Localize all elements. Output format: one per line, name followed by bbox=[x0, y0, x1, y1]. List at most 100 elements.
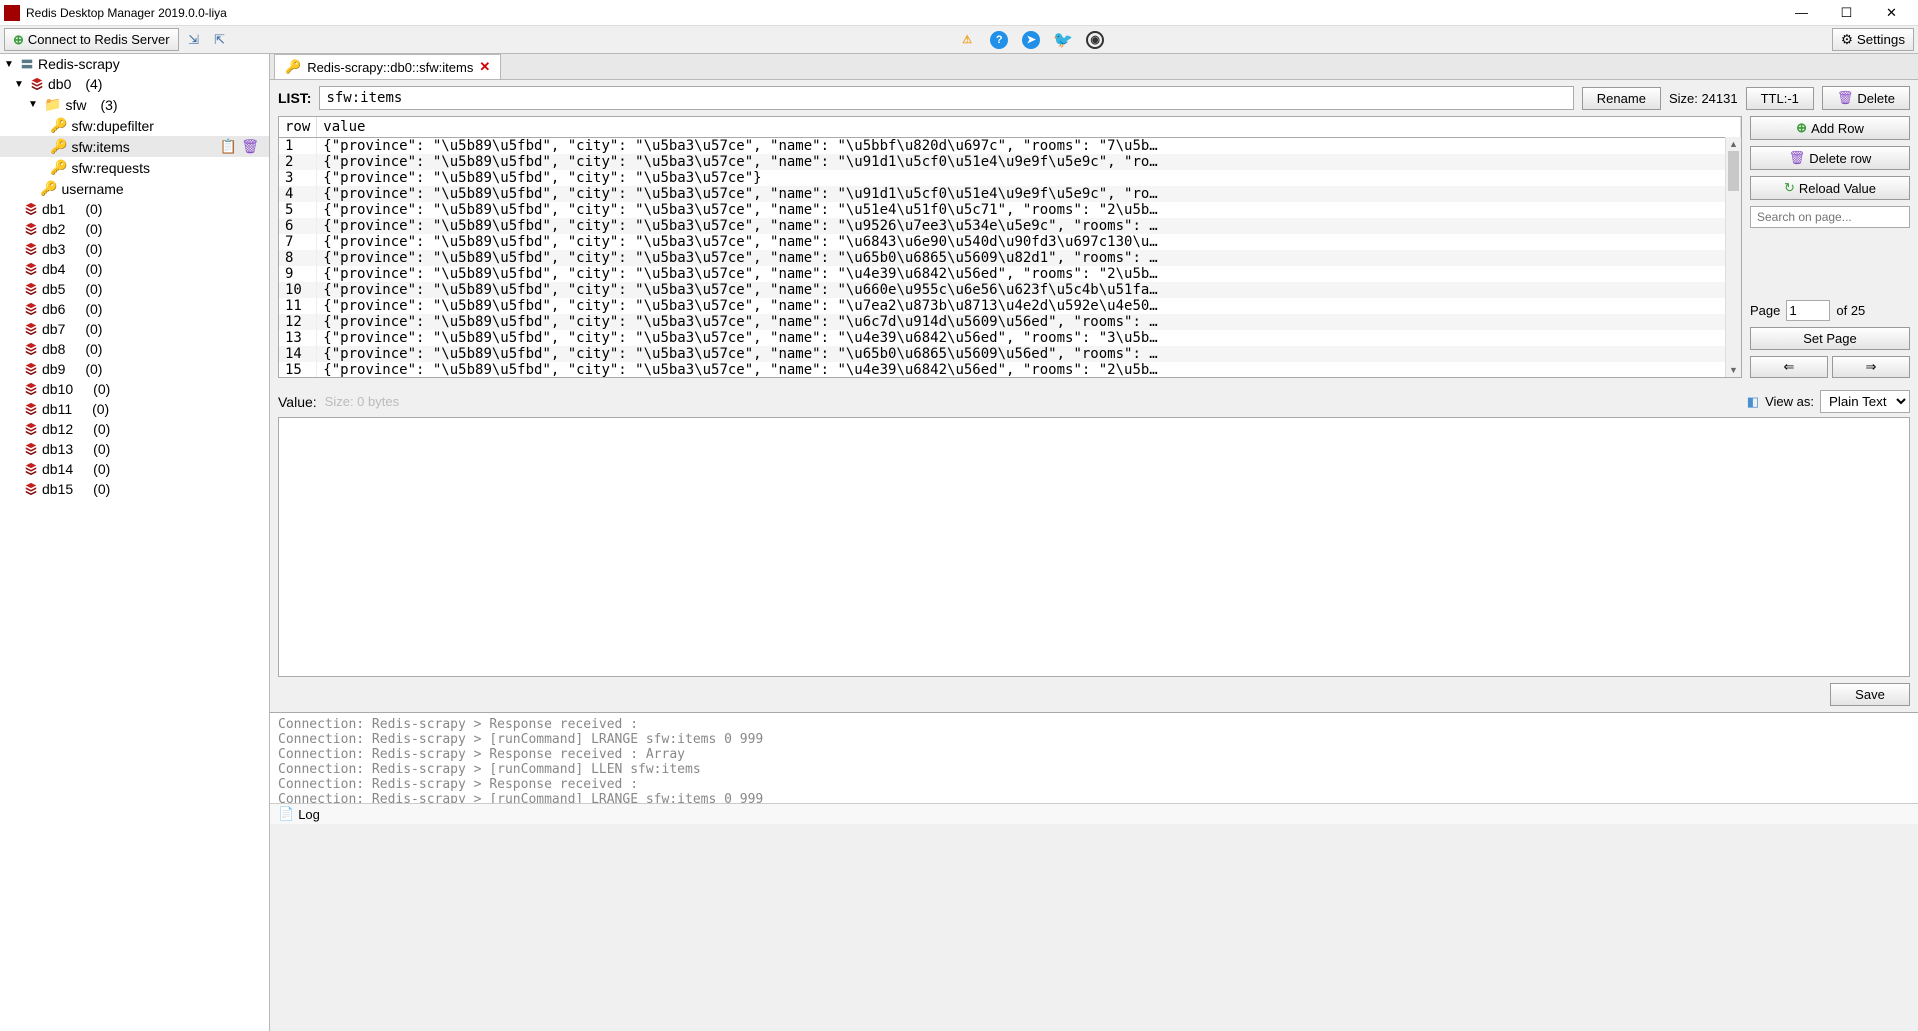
tree-db[interactable]: db12(0) bbox=[0, 419, 269, 439]
twitter-icon[interactable]: 🐦 bbox=[1054, 31, 1072, 49]
tree-db[interactable]: db13(0) bbox=[0, 439, 269, 459]
row-number: 8 bbox=[279, 250, 317, 266]
tab-close-icon[interactable]: ✕ bbox=[479, 59, 490, 75]
delete-icon[interactable]: 🗑 bbox=[241, 138, 259, 155]
import-icon[interactable]: ⇲ bbox=[183, 29, 205, 51]
tree-key-username[interactable]: 🔑 username bbox=[0, 178, 269, 199]
rename-button[interactable]: Rename bbox=[1582, 87, 1661, 110]
warning-icon[interactable]: ⚠ bbox=[958, 31, 976, 49]
db-label: db3 bbox=[42, 241, 65, 257]
collapse-icon[interactable]: ▼ bbox=[14, 79, 26, 90]
tree-db[interactable]: db6(0) bbox=[0, 299, 269, 319]
tree-db[interactable]: db8(0) bbox=[0, 339, 269, 359]
set-page-button[interactable]: Set Page bbox=[1750, 327, 1910, 350]
data-table[interactable]: row value 1{"province": "\u5b89\u5fbd", … bbox=[279, 117, 1741, 378]
tree-db[interactable]: db4(0) bbox=[0, 259, 269, 279]
github-icon[interactable]: ◉ bbox=[1086, 31, 1104, 49]
reload-button[interactable]: ↻Reload Value bbox=[1750, 176, 1910, 200]
format-select[interactable]: Plain Text bbox=[1820, 390, 1910, 413]
table-row[interactable]: 12{"province": "\u5b89\u5fbd", "city": "… bbox=[279, 314, 1741, 330]
delete-row-button[interactable]: 🗑Delete row bbox=[1750, 146, 1910, 170]
log-content[interactable]: Connection: Redis-scrapy > Response rece… bbox=[270, 713, 1918, 803]
table-row[interactable]: 2{"province": "\u5b89\u5fbd", "city": "\… bbox=[279, 154, 1741, 170]
db-count: (0) bbox=[85, 241, 102, 257]
reload-icon: ↻ bbox=[1784, 180, 1795, 196]
prev-page-button[interactable]: ⇐ bbox=[1750, 356, 1828, 378]
settings-button[interactable]: ⚙ Settings bbox=[1832, 28, 1914, 51]
table-row[interactable]: 15{"province": "\u5b89\u5fbd", "city": "… bbox=[279, 362, 1741, 378]
telegram-icon[interactable]: ➤ bbox=[1022, 31, 1040, 49]
minimize-button[interactable]: — bbox=[1779, 1, 1824, 25]
connect-label: Connect to Redis Server bbox=[28, 32, 170, 47]
tree-db[interactable]: db5(0) bbox=[0, 279, 269, 299]
collapse-icon[interactable]: ▼ bbox=[28, 99, 40, 110]
db0-label: db0 bbox=[48, 76, 71, 92]
delete-button[interactable]: 🗑Delete bbox=[1822, 86, 1910, 110]
database-icon bbox=[24, 342, 38, 356]
table-row[interactable]: 8{"province": "\u5b89\u5fbd", "city": "\… bbox=[279, 250, 1741, 266]
tree-key-items[interactable]: 🔑 sfw:items 📋 🗑 bbox=[0, 136, 269, 157]
format-icon: ◧ bbox=[1747, 394, 1759, 410]
table-row[interactable]: 5{"province": "\u5b89\u5fbd", "city": "\… bbox=[279, 202, 1741, 218]
tree-connection[interactable]: ▼ Redis-scrapy bbox=[0, 54, 269, 74]
key-name-input[interactable] bbox=[319, 86, 1573, 110]
tree-key-requests[interactable]: 🔑 sfw:requests bbox=[0, 157, 269, 178]
maximize-button[interactable]: ☐ bbox=[1824, 1, 1869, 25]
app-icon bbox=[4, 5, 20, 21]
tab-key[interactable]: 🔑 Redis-scrapy::db0::sfw:items ✕ bbox=[274, 54, 501, 79]
row-number: 10 bbox=[279, 282, 317, 298]
copy-icon[interactable]: 📋 bbox=[220, 138, 237, 155]
table-row[interactable]: 4{"province": "\u5b89\u5fbd", "city": "\… bbox=[279, 186, 1741, 202]
save-button[interactable]: Save bbox=[1830, 683, 1910, 706]
tree-db[interactable]: db3 (0) bbox=[0, 239, 269, 259]
row-number: 2 bbox=[279, 154, 317, 170]
tree-folder-sfw[interactable]: ▼ 📁 sfw (3) bbox=[0, 94, 269, 115]
table-row[interactable]: 7{"province": "\u5b89\u5fbd", "city": "\… bbox=[279, 234, 1741, 250]
export-icon[interactable]: ⇱ bbox=[209, 29, 231, 51]
scrollbar[interactable]: ▲ ▼ bbox=[1725, 137, 1741, 377]
log-tab-label: Log bbox=[298, 807, 320, 822]
tree-db[interactable]: db15(0) bbox=[0, 479, 269, 499]
settings-label: Settings bbox=[1857, 32, 1905, 47]
table-row[interactable]: 1{"province": "\u5b89\u5fbd", "city": "\… bbox=[279, 138, 1741, 155]
row-value: {"province": "\u5b89\u5fbd", "city": "\u… bbox=[317, 186, 1741, 202]
plus-icon: ⊕ bbox=[1796, 120, 1807, 136]
scroll-up-icon[interactable]: ▲ bbox=[1726, 137, 1741, 151]
tree-db[interactable]: db11(0) bbox=[0, 399, 269, 419]
col-row[interactable]: row bbox=[279, 117, 317, 138]
search-input[interactable] bbox=[1750, 206, 1910, 228]
table-row[interactable]: 13{"province": "\u5b89\u5fbd", "city": "… bbox=[279, 330, 1741, 346]
table-row[interactable]: 10{"province": "\u5b89\u5fbd", "city": "… bbox=[279, 282, 1741, 298]
log-tab[interactable]: 📄 Log bbox=[270, 803, 1918, 824]
connect-button[interactable]: ⊕ Connect to Redis Server bbox=[4, 28, 179, 51]
add-row-button[interactable]: ⊕Add Row bbox=[1750, 116, 1910, 140]
tree-db0[interactable]: ▼ db0 (4) bbox=[0, 74, 269, 94]
tree-db[interactable]: db7(0) bbox=[0, 319, 269, 339]
row-number: 5 bbox=[279, 202, 317, 218]
db-label: db14 bbox=[42, 461, 73, 477]
table-row[interactable]: 6{"province": "\u5b89\u5fbd", "city": "\… bbox=[279, 218, 1741, 234]
table-row[interactable]: 11{"province": "\u5b89\u5fbd", "city": "… bbox=[279, 298, 1741, 314]
help-icon[interactable]: ? bbox=[990, 31, 1008, 49]
table-row[interactable]: 3{"province": "\u5b89\u5fbd", "city": "\… bbox=[279, 170, 1741, 186]
tree-key-dupefilter[interactable]: 🔑 sfw:dupefilter bbox=[0, 115, 269, 136]
tree-db[interactable]: db14(0) bbox=[0, 459, 269, 479]
next-page-button[interactable]: ⇒ bbox=[1832, 356, 1910, 378]
collapse-icon[interactable]: ▼ bbox=[4, 59, 16, 70]
scroll-down-icon[interactable]: ▼ bbox=[1726, 363, 1741, 377]
scroll-thumb[interactable] bbox=[1728, 151, 1739, 191]
tree-db[interactable]: db2(0) bbox=[0, 219, 269, 239]
value-editor[interactable] bbox=[278, 417, 1910, 677]
tree-db[interactable]: db1(0) bbox=[0, 199, 269, 219]
close-button[interactable]: ✕ bbox=[1869, 1, 1914, 25]
page-input[interactable] bbox=[1786, 300, 1830, 321]
col-value[interactable]: value bbox=[317, 117, 1741, 138]
table-row[interactable]: 14{"province": "\u5b89\u5fbd", "city": "… bbox=[279, 346, 1741, 362]
database-icon bbox=[24, 222, 38, 236]
key-icon: 🔑 bbox=[40, 180, 57, 197]
table-row[interactable]: 9{"province": "\u5b89\u5fbd", "city": "\… bbox=[279, 266, 1741, 282]
ttl-button[interactable]: TTL:-1 bbox=[1746, 87, 1814, 110]
tree-db[interactable]: db9(0) bbox=[0, 359, 269, 379]
db-label: db10 bbox=[42, 381, 73, 397]
tree-db[interactable]: db10(0) bbox=[0, 379, 269, 399]
